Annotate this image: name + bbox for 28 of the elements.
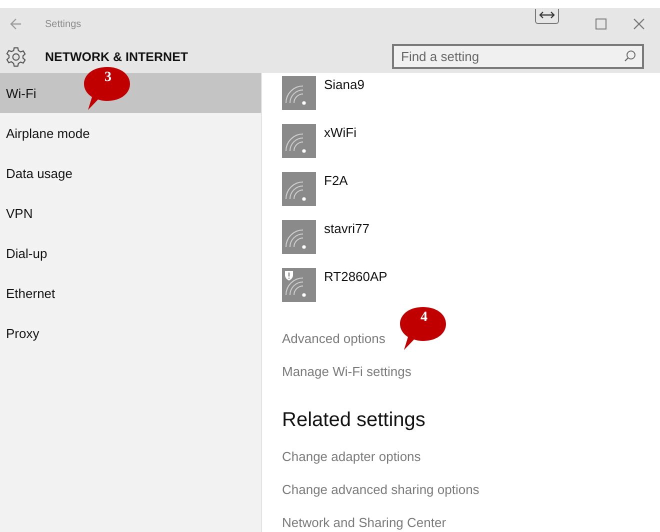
sidebar-item[interactable]: Ethernet [0, 273, 261, 313]
callout-tooltip [398, 306, 448, 352]
settings-link[interactable]: Change adapter options [282, 440, 660, 473]
sidebar-item[interactable]: VPN [0, 193, 261, 233]
sidebar-item[interactable]: Proxy [0, 313, 261, 353]
snap-icon[interactable] [535, 8, 559, 24]
settings-link[interactable]: Change advanced sharing options [282, 473, 660, 506]
close-icon[interactable] [633, 18, 645, 30]
network-name: stavri77 [324, 221, 370, 236]
section-heading: Related settings [282, 408, 426, 433]
callout-tooltip [82, 66, 132, 112]
settings-icon [5, 46, 27, 68]
page-title: NETWORK & INTERNET [45, 50, 188, 64]
settings-link[interactable]: Manage Wi-Fi settings [282, 355, 660, 388]
callout-number: 3 [104, 70, 112, 86]
maximize-icon[interactable] [595, 18, 607, 30]
network-name: xWiFi [324, 125, 356, 140]
settings-link[interactable]: Network and Sharing Center [282, 506, 660, 532]
sidebar-item[interactable]: Data usage [0, 153, 261, 193]
back-arrow-icon[interactable] [10, 18, 22, 30]
search-icon[interactable] [624, 50, 636, 62]
sidebar-item[interactable]: Dial-up [0, 233, 261, 273]
search-field[interactable]: Find a setting [392, 44, 644, 69]
network-name: Siana9 [324, 77, 364, 92]
window-title: Settings [45, 18, 82, 30]
network-name: RT2860AP [324, 269, 388, 284]
sidebar-item[interactable]: Airplane mode [0, 113, 261, 153]
network-name: F2A [324, 173, 348, 188]
